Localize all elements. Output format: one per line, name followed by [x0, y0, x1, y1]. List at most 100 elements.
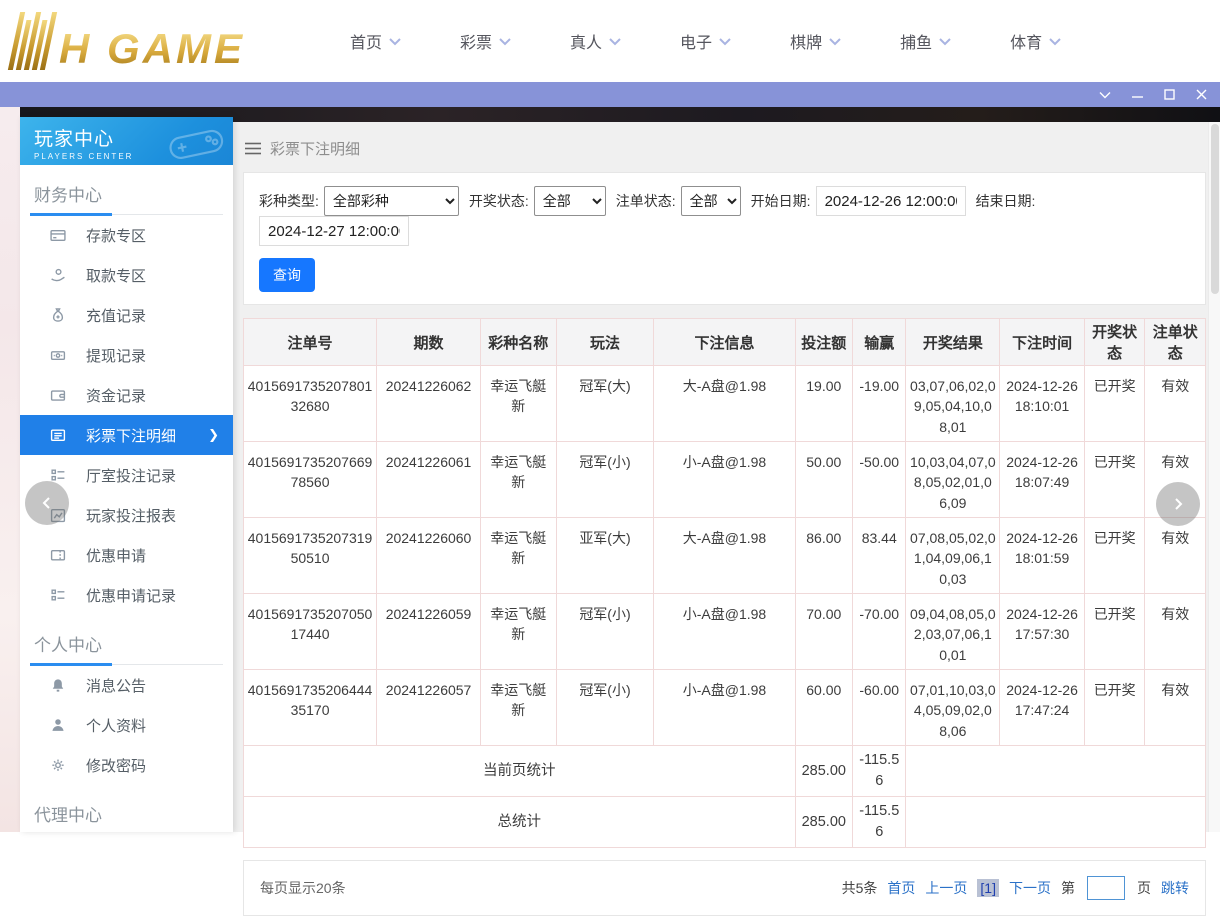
sidebar-item-label: 消息公告 [86, 677, 147, 695]
col-bet-time: 下注时间 [999, 318, 1085, 366]
cell-period: 20241226057 [376, 669, 481, 746]
start-date-input[interactable] [815, 186, 966, 216]
chevron-right-icon [1175, 498, 1183, 510]
chevron-down-icon [389, 37, 401, 45]
close-button[interactable] [1190, 86, 1212, 104]
pagination-bar: 每页显示20条 共5条 首页 上一页 [1] 下一页 第 页 跳转 [243, 860, 1206, 916]
sidebar-item-notices[interactable]: 消息公告 [20, 665, 233, 705]
window-menu-button[interactable] [1094, 86, 1116, 104]
person-icon [50, 717, 66, 733]
clipboard-list-icon [50, 587, 66, 603]
cell-lottery-name: 幸运飞艇新 [479, 365, 557, 442]
total-summary-win-loss: -115.56 [852, 796, 907, 849]
brand-logo[interactable]: H GAME [7, 12, 294, 70]
first-page-link[interactable]: 首页 [887, 878, 915, 898]
cell-period: 20241226060 [376, 517, 481, 594]
total-summary-empty [905, 796, 1206, 849]
cell-bet-time: 2024-12-26 18:01:59 [999, 517, 1085, 594]
page-title: 彩票下注明细 [270, 140, 361, 158]
order-status-select[interactable]: 全部 [680, 186, 741, 216]
sidebar-item-withdraw[interactable]: 取款专区 [20, 255, 233, 295]
cell-order-id: 401569173520780132680 [242, 365, 378, 442]
maximize-button[interactable] [1158, 86, 1180, 104]
sidebar-collapse-button[interactable] [25, 481, 69, 525]
sidebar-section-agent: 代理中心 [20, 785, 233, 832]
sidebar-item-recharge-record[interactable]: 充值记录 [20, 295, 233, 335]
sidebar-item-promo-apply-record[interactable]: 优惠申请记录 [20, 575, 233, 615]
nav-item[interactable]: 彩票 [460, 29, 512, 53]
nav-item[interactable]: 电子 [680, 29, 732, 53]
bet-list-icon [50, 427, 66, 443]
logo-bars-icon [7, 12, 58, 70]
logo-text: H GAME [59, 28, 251, 70]
cell-bet-info: 大-A盘@1.98 [653, 517, 796, 594]
cell-draw-status: 已开奖 [1083, 365, 1146, 442]
deposit-card-icon [50, 227, 66, 243]
cell-bet-amount: 70.00 [794, 593, 854, 670]
cell-play-type: 冠军(小) [555, 441, 655, 518]
col-win-loss: 输赢 [852, 318, 907, 366]
sidebar-item-promo-apply[interactable]: 优惠申请 [20, 535, 233, 575]
cell-play-type: 冠军(大) [555, 365, 655, 442]
cell-bet-info: 大-A盘@1.98 [653, 365, 796, 442]
cell-bet-time: 2024-12-26 17:47:24 [999, 669, 1085, 746]
sidebar-item-label: 优惠申请记录 [86, 587, 177, 605]
nav-item-label: 首页 [350, 35, 383, 52]
desktop-background-strip [0, 107, 20, 832]
nav-item[interactable]: 真人 [570, 29, 622, 53]
sidebar-item-label: 修改密码 [86, 757, 147, 775]
lottery-type-select[interactable]: 全部彩种 [323, 186, 459, 216]
sidebar-item-label: 存款专区 [86, 227, 147, 245]
sidebar-item-change-password[interactable]: 修改密码 [20, 745, 233, 785]
sidebar-item-lottery-bet-detail[interactable]: 彩票下注明细 ❯ [20, 415, 233, 455]
search-button[interactable]: 查询 [259, 258, 315, 292]
chevron-down-icon [829, 37, 841, 45]
chevron-down-icon [939, 37, 951, 45]
window-titlebar [0, 82, 1220, 107]
nav-item[interactable]: 体育 [1010, 29, 1062, 53]
sidebar-item-funds-record[interactable]: 资金记录 [20, 375, 233, 415]
draw-status-select[interactable]: 全部 [533, 186, 606, 216]
cell-period: 20241226059 [376, 593, 481, 670]
cell-period: 20241226062 [376, 365, 481, 442]
hamburger-menu-icon[interactable] [245, 142, 261, 155]
jump-button[interactable]: 跳转 [1161, 878, 1189, 898]
col-order-status: 注单状态 [1144, 318, 1206, 366]
cell-draw-status: 已开奖 [1083, 517, 1146, 594]
cell-play-type: 冠军(小) [555, 593, 655, 670]
end-date-label: 结束日期: [975, 193, 1036, 209]
sidebar-item-deposit[interactable]: 存款专区 [20, 215, 233, 255]
maximize-icon [1163, 89, 1175, 100]
page-summary-win-loss: -115.56 [852, 744, 907, 798]
cell-draw-result: 09,04,08,05,02,03,07,06,10,01 [905, 593, 1001, 670]
cell-period: 20241226061 [376, 441, 481, 518]
page-summary-empty [905, 744, 1206, 798]
cell-order-status: 有效 [1144, 365, 1206, 442]
minimize-button[interactable] [1126, 86, 1148, 104]
next-page-link[interactable]: 下一页 [1009, 878, 1051, 898]
jump-label-before: 第 [1061, 880, 1075, 897]
sidebar-item-withdraw-record[interactable]: 提现记录 [20, 335, 233, 375]
end-date-input[interactable] [259, 216, 409, 246]
sidebar-item-profile[interactable]: 个人资料 [20, 705, 233, 745]
ticket-icon [50, 547, 66, 563]
prev-page-link[interactable]: 上一页 [925, 878, 967, 898]
banknote-icon [50, 347, 66, 363]
scrollbar-thumb[interactable] [1211, 124, 1219, 294]
total-summary-bet-amount: 285.00 [794, 796, 854, 849]
chevron-down-icon [499, 37, 511, 45]
panel-expand-button[interactable] [1156, 482, 1200, 526]
chevron-right-icon: ❯ [208, 427, 219, 442]
cell-draw-status: 已开奖 [1083, 593, 1146, 670]
nav-item[interactable]: 棋牌 [790, 29, 842, 53]
chevron-down-icon [1099, 91, 1111, 98]
page-jump-input[interactable] [1087, 876, 1125, 901]
nav-item[interactable]: 首页 [350, 29, 402, 53]
cell-bet-amount: 60.00 [794, 669, 854, 746]
window-scrollbar[interactable] [1208, 122, 1220, 832]
sidebar-header: 玩家中心 PLAYERS CENTER [20, 117, 233, 165]
cell-bet-amount: 50.00 [794, 441, 854, 518]
hand-coin-icon [50, 267, 66, 283]
cell-lottery-name: 幸运飞艇新 [479, 593, 557, 670]
nav-item[interactable]: 捕鱼 [900, 29, 952, 53]
